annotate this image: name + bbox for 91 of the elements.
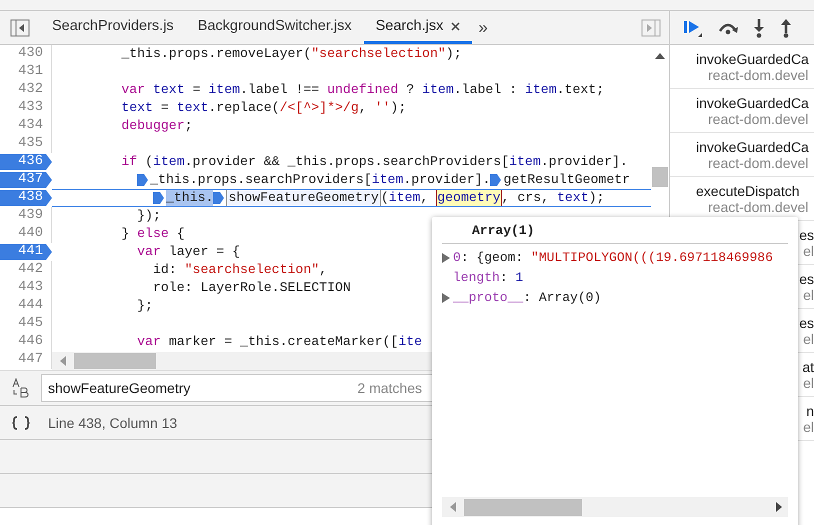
- line-number[interactable]: 440: [0, 225, 52, 243]
- line-number[interactable]: 439: [0, 207, 52, 225]
- code-text: var: [137, 333, 161, 351]
- code-text: {: [176, 225, 185, 243]
- call-frame-file: el: [803, 242, 814, 258]
- more-tabs-button[interactable]: »: [478, 18, 488, 38]
- code-text: _this.props.removeLayer("searchselection");: [121, 45, 462, 63]
- line-number[interactable]: 443: [0, 279, 52, 297]
- code-text: text: [121, 99, 153, 117]
- step-into-icon[interactable]: [752, 18, 766, 38]
- code-text: var: [121, 81, 146, 99]
- scroll-up-icon[interactable]: [655, 53, 665, 59]
- call-frame-file: react-dom.devel: [708, 198, 810, 214]
- scrollbar-thumb[interactable]: [652, 167, 668, 187]
- code-text: id: "searchselection",: [152, 261, 328, 279]
- call-frame-file: react-dom.devel: [707, 154, 810, 170]
- step-out-icon[interactable]: [779, 18, 793, 38]
- scroll-right-icon[interactable]: [776, 502, 782, 512]
- call-frame-name[interactable]: invokeGuardedCa: [696, 94, 814, 110]
- call-frame-file: el: [803, 330, 814, 346]
- cursor-position: Line 438, Column 13: [48, 414, 178, 430]
- breakpoint-line-number[interactable]: 438: [0, 189, 52, 207]
- match-count: 2 matches: [357, 380, 422, 396]
- scroll-left-icon[interactable]: [450, 502, 456, 512]
- code-text: } else: [121, 225, 169, 243]
- line-number[interactable]: 430: [0, 45, 52, 63]
- call-frame-name[interactable]: es: [799, 226, 814, 242]
- hovered-variable: geometry: [436, 190, 502, 206]
- call-frame-file: react-dom.devel: [707, 110, 810, 126]
- line-number[interactable]: 435: [0, 135, 52, 153]
- toggle-navigator-icon[interactable]: [10, 18, 30, 36]
- line-number[interactable]: 442: [0, 261, 52, 279]
- file-tab[interactable]: Search.jsx: [364, 11, 472, 44]
- file-tab[interactable]: BackgroundSwitcher.jsx: [186, 11, 364, 44]
- code-text: role: LayerRole.SELECTION: [152, 279, 351, 297]
- code-text: getResultGeometr: [503, 171, 630, 189]
- breakpoint-line-number[interactable]: 436: [0, 153, 52, 171]
- line-number[interactable]: 444: [0, 297, 52, 315]
- expand-triangle-icon[interactable]: [442, 253, 450, 263]
- line-number[interactable]: 433: [0, 99, 52, 117]
- pretty-print-icon[interactable]: [12, 416, 30, 430]
- call-frame-name[interactable]: invokeGuardedCa: [696, 50, 814, 66]
- breakpoint-line-number[interactable]: 441: [0, 243, 52, 261]
- line-number[interactable]: 445: [0, 315, 52, 333]
- call-frame-name[interactable]: es: [799, 314, 814, 330]
- line-number[interactable]: 431: [0, 63, 52, 81]
- inline-breakpoint-icon[interactable]: [490, 173, 502, 187]
- toggle-debugger-icon[interactable]: [641, 18, 661, 36]
- code-text: });: [137, 207, 161, 225]
- call-frame-name[interactable]: n: [806, 402, 814, 418]
- code-text: = item.label !== undefined: [192, 81, 398, 99]
- breakpoint-line-number[interactable]: 437: [0, 171, 52, 189]
- code-text: (item.provider && _this.props.searchProviders[item.provider].: [145, 153, 628, 171]
- code-text: layer = {: [168, 243, 240, 261]
- file-tab[interactable]: SearchProviders.js: [40, 11, 186, 44]
- scroll-left-icon[interactable]: [60, 356, 66, 366]
- property-entry[interactable]: length: 1: [453, 268, 524, 288]
- close-icon[interactable]: [451, 22, 460, 31]
- search-match: showFeatureGeometry: [226, 190, 381, 206]
- line-number[interactable]: 434: [0, 117, 52, 135]
- code-text: = text.replace(/<[^>]*>/g, '');: [160, 99, 406, 117]
- popover-title: Array(1): [442, 217, 788, 244]
- code-text: _this.props.searchProviders[item.provider].: [150, 171, 490, 189]
- code-text: ? item.label : item.text;: [406, 81, 604, 99]
- search-field[interactable]: showFeatureGeometry: [48, 380, 358, 396]
- call-frame-name[interactable]: invokeGuardedCa: [696, 138, 814, 154]
- code-text: debugger;: [121, 117, 193, 135]
- call-frame-file: el: [803, 286, 814, 302]
- call-frame-name[interactable]: executeDispatch: [696, 182, 814, 198]
- code-text: };: [137, 297, 153, 315]
- line-number[interactable]: 446: [0, 333, 52, 351]
- code-text: (item,: [380, 190, 430, 206]
- scrollbar-thumb[interactable]: [464, 498, 582, 516]
- selected-text: _this.: [166, 190, 214, 206]
- inline-breakpoint-icon[interactable]: [137, 173, 150, 187]
- call-frame-file: el: [803, 418, 814, 434]
- line-number[interactable]: 432: [0, 81, 52, 99]
- call-frame-name[interactable]: at: [802, 358, 814, 374]
- code-text: if: [121, 153, 138, 171]
- call-frame-name[interactable]: es: [799, 270, 814, 286]
- property-entry[interactable]: 0: {geom: "MULTIPOLYGON(((19.697118469986: [453, 248, 773, 268]
- horizontal-scrollbar[interactable]: [442, 497, 788, 517]
- scrollbar-thumb[interactable]: [74, 353, 156, 369]
- code-text: , crs, text);: [502, 190, 604, 206]
- expand-triangle-icon[interactable]: [442, 293, 450, 303]
- code-text: marker = _this.createMarker([ite: [168, 333, 422, 351]
- call-frame-file: react-dom.devel: [707, 66, 810, 82]
- code-text: var: [137, 243, 161, 261]
- property-entry[interactable]: __proto__: Array(0): [453, 288, 602, 308]
- call-frame-file: el: [803, 374, 814, 390]
- code-text: text: [152, 81, 185, 99]
